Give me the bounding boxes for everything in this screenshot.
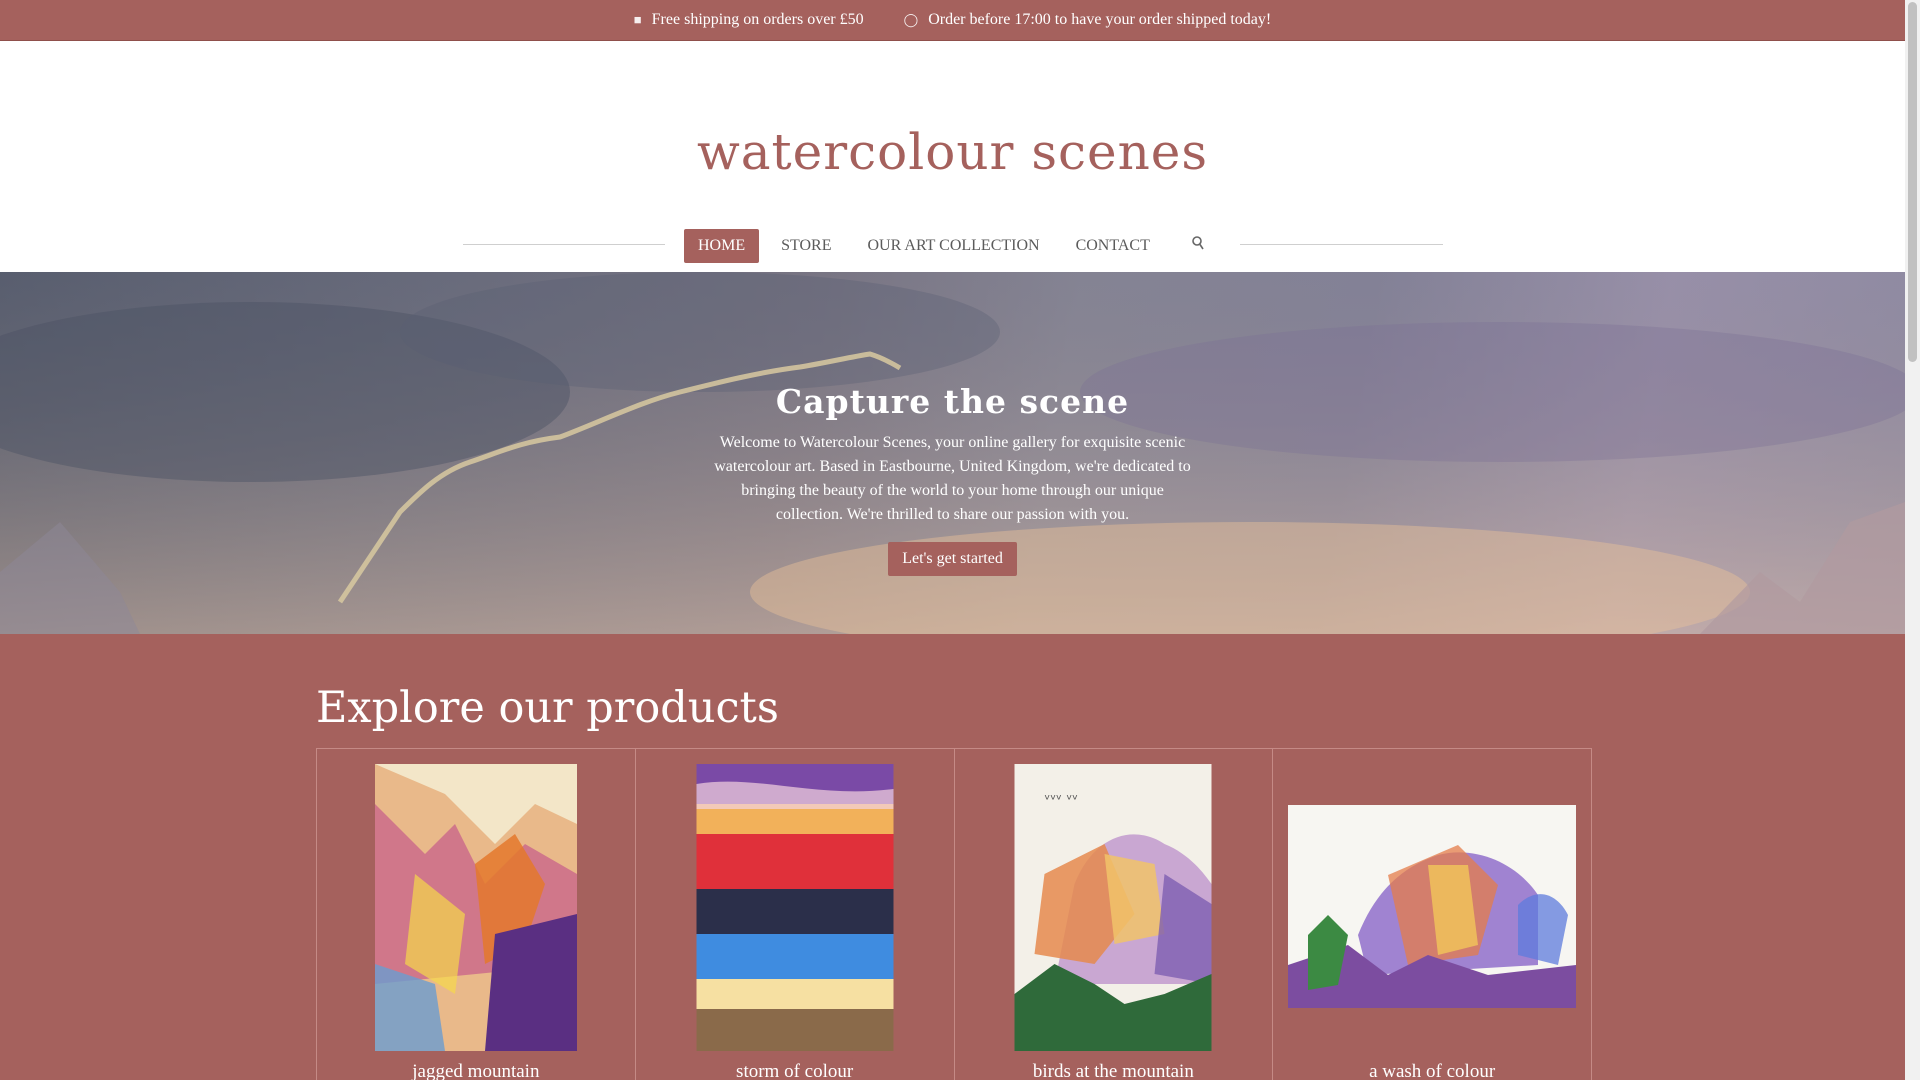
main-nav: HOME STORE OUR ART COLLECTION CONTACT <box>0 229 1905 265</box>
page: ■ Free shipping on orders over £50 ◯ Ord… <box>0 0 1905 1080</box>
product-card[interactable]: ᵛᵛᵛ ᵛᵛ birds at the mountain <box>955 749 1274 1080</box>
hero-title: Capture the scene <box>775 382 1130 421</box>
product-name[interactable]: storm of colour <box>636 1061 954 1080</box>
search-icon[interactable] <box>1192 229 1204 263</box>
get-started-button[interactable]: Let's get started <box>888 542 1017 576</box>
product-image[interactable] <box>696 764 894 1051</box>
hero-description: Welcome to Watercolour Scenes, your onli… <box>714 434 1191 523</box>
site-title[interactable]: watercolour scenes <box>0 123 1905 181</box>
nav-art-collection[interactable]: OUR ART COLLECTION <box>854 229 1054 263</box>
product-image[interactable] <box>374 764 577 1051</box>
svg-text:ᵛᵛᵛ ᵛᵛ: ᵛᵛᵛ ᵛᵛ <box>1045 792 1079 808</box>
product-card[interactable]: jagged mountain <box>317 749 636 1080</box>
products-heading: Explore our products <box>316 683 779 733</box>
dispatch-notice: ◯ Order before 17:00 to have your order … <box>904 11 1272 29</box>
product-card[interactable]: storm of colour <box>636 749 955 1080</box>
product-grid: jagged mountain storm of colour ᵛᵛᵛ ᵛᵛ b… <box>316 748 1592 1080</box>
truck-icon: ■ <box>633 12 642 27</box>
shipping-notice: ■ Free shipping on orders over £50 <box>634 11 864 29</box>
shipping-notice-text: Free shipping on orders over £50 <box>651 11 864 28</box>
product-name[interactable]: jagged mountain <box>317 1061 635 1080</box>
products-section: Explore our products jagged mountain sto… <box>0 634 1905 1080</box>
hero-banner: Capture the scene Welcome to Watercolour… <box>0 272 1905 634</box>
product-image[interactable]: ᵛᵛᵛ ᵛᵛ <box>1014 764 1212 1051</box>
vertical-scrollbar[interactable] <box>1905 0 1920 1080</box>
nav-divider-left <box>463 244 665 245</box>
top-info-bar: ■ Free shipping on orders over £50 ◯ Ord… <box>0 0 1905 41</box>
dispatch-notice-text: Order before 17:00 to have your order sh… <box>928 11 1272 28</box>
nav-home[interactable]: HOME <box>684 229 760 263</box>
site-header: watercolour scenes HOME STORE OUR ART CO… <box>0 41 1905 272</box>
product-name[interactable]: a wash of colour <box>1273 1061 1591 1080</box>
product-name[interactable]: birds at the mountain <box>955 1061 1273 1080</box>
clock-icon: ◯ <box>903 12 919 27</box>
product-card[interactable]: a wash of colour <box>1273 749 1591 1080</box>
nav-store[interactable]: STORE <box>767 229 845 263</box>
scrollbar-thumb[interactable] <box>1908 2 1917 362</box>
nav-contact[interactable]: CONTACT <box>1062 229 1164 263</box>
product-image[interactable] <box>1288 805 1577 1008</box>
nav-divider-right <box>1240 244 1443 245</box>
